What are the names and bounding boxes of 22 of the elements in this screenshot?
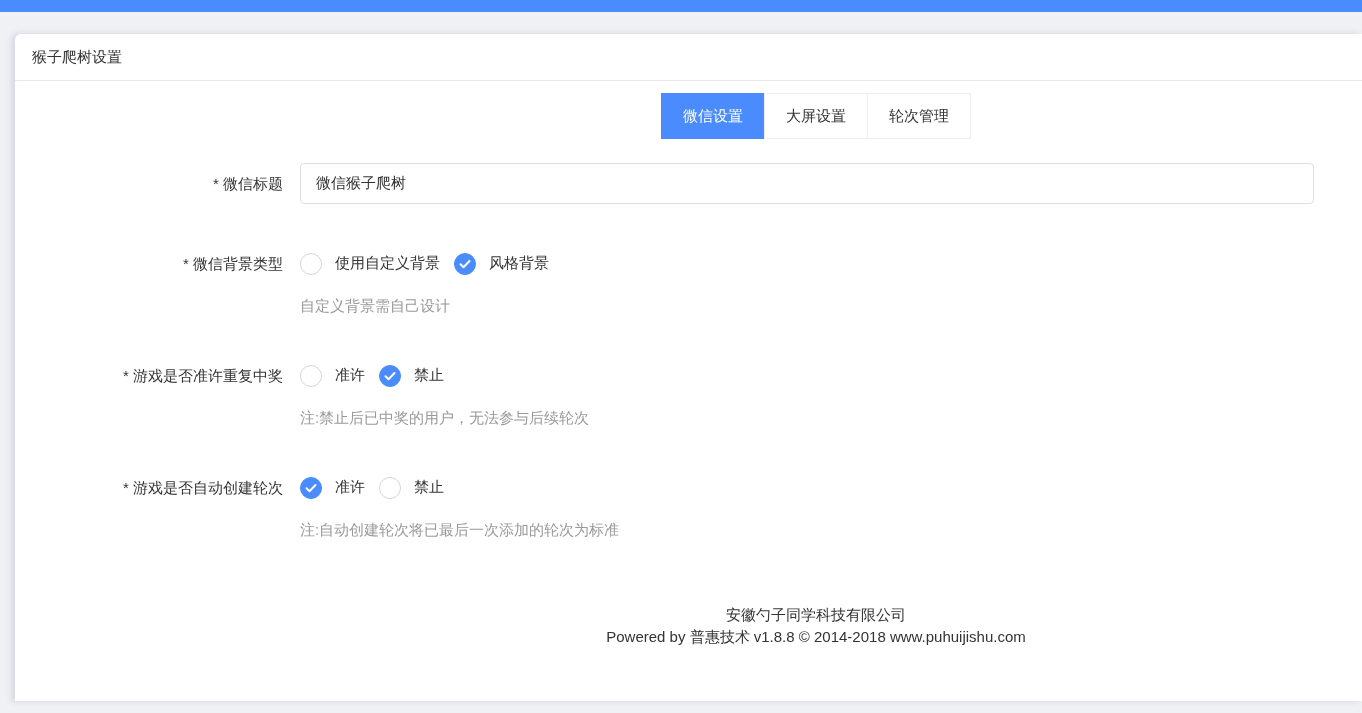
text-input[interactable]: 微信猴子爬树 [300, 163, 1314, 204]
radio-button[interactable] [379, 364, 401, 387]
radio-button[interactable] [300, 476, 322, 499]
radio-button[interactable] [454, 252, 476, 275]
radio-label[interactable]: 禁止 [414, 478, 444, 497]
copyright-text: Powered by 普惠技术 v1.8.8 © 2014-2018 www.puhuijishu.com [606, 627, 1026, 647]
radio-label[interactable]: 禁止 [414, 366, 444, 385]
hint-text: 注:自动创建轮次将已最后一次添加的轮次为标准 [300, 520, 620, 540]
radio-label[interactable]: 使用自定义背景 [335, 254, 440, 273]
field-label: * 游戏是否准许重复中奖 [122, 366, 284, 386]
radio-label[interactable]: 准许 [335, 366, 365, 385]
hint-text: 自定义背景需自己设计 [300, 296, 451, 316]
field-label: * 微信背景类型 [182, 254, 284, 274]
company-name: 安徽勺子同学科技有限公司 [726, 605, 906, 625]
radio-label[interactable]: 准许 [335, 478, 365, 497]
tab[interactable]: 大屏设置 [763, 93, 868, 139]
field-label: * 微信标题 [212, 174, 284, 194]
hint-text: 注:禁止后已中奖的用户，无法参与后续轮次 [300, 408, 590, 428]
radio-label[interactable]: 风格背景 [489, 254, 549, 273]
tab[interactable]: 轮次管理 [866, 93, 971, 139]
field-label: * 游戏是否自动创建轮次 [122, 478, 284, 498]
card-title: 猴子爬树设置 [32, 47, 122, 67]
